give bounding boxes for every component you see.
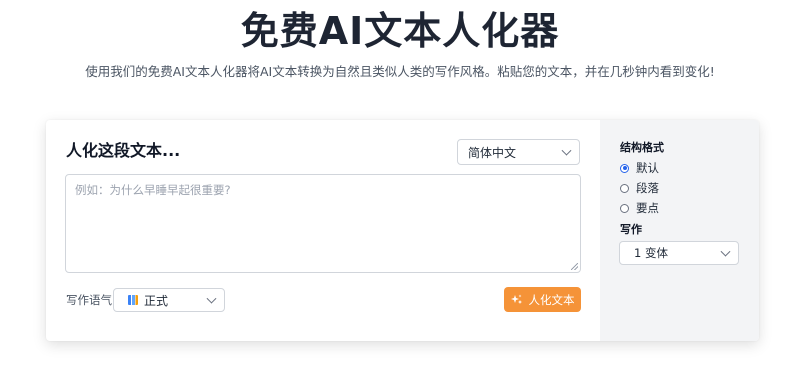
books-emoji-icon	[128, 295, 138, 305]
structure-label: 结构格式	[620, 141, 664, 154]
hero-title: 免费AI文本人化器	[240, 9, 560, 53]
tone-label: 写作语气	[66, 293, 112, 307]
radio-unchecked[interactable]	[620, 203, 629, 213]
humanize-button[interactable]: 人化文本	[504, 287, 581, 312]
options-sidebar: 结构格式 默认 段落 要点 写作 1 变体	[600, 120, 759, 341]
text-input-placeholder: 例如：为什么早睡早起很重要?	[75, 183, 231, 197]
structure-option-label: 要点	[636, 201, 659, 215]
hero-subtitle: 使用我们的免费AI文本人化器将AI文本转换为自然且类似人类的写作风格。粘贴您的文…	[85, 64, 715, 79]
chevron-down-icon	[561, 145, 572, 156]
structure-option-paragraph[interactable]: 段落	[620, 180, 659, 196]
writing-label: 写作	[620, 223, 642, 236]
tone-select[interactable]: 正式	[113, 288, 225, 312]
chevron-down-icon	[206, 293, 217, 304]
humanize-button-label: 人化文本	[528, 292, 575, 307]
variant-select[interactable]: 1 变体	[619, 241, 739, 265]
variant-select-value: 1 变体	[634, 246, 668, 260]
structure-option-default[interactable]: 默认	[620, 160, 659, 176]
sparkle-icon	[510, 294, 522, 304]
chevron-down-icon	[720, 246, 731, 257]
tone-select-value: 正式	[144, 293, 169, 308]
radio-unchecked[interactable]	[620, 183, 629, 193]
humanizer-card: 人化这段文本... 简体中文 例如：为什么早睡早起很重要? 写作语气 正式 人化…	[46, 120, 759, 341]
editor-title: 人化这段文本...	[66, 141, 181, 160]
structure-option-label: 段落	[636, 181, 659, 195]
structure-option-bullets[interactable]: 要点	[620, 200, 659, 216]
structure-option-label: 默认	[636, 161, 659, 175]
editor-panel: 人化这段文本... 简体中文 例如：为什么早睡早起很重要? 写作语气 正式 人化…	[46, 120, 600, 341]
language-select[interactable]: 简体中文	[457, 139, 580, 165]
text-input[interactable]: 例如：为什么早睡早起很重要?	[65, 174, 581, 273]
language-select-value: 简体中文	[468, 145, 517, 160]
resize-handle-icon[interactable]	[571, 263, 578, 270]
radio-checked[interactable]	[620, 163, 629, 173]
